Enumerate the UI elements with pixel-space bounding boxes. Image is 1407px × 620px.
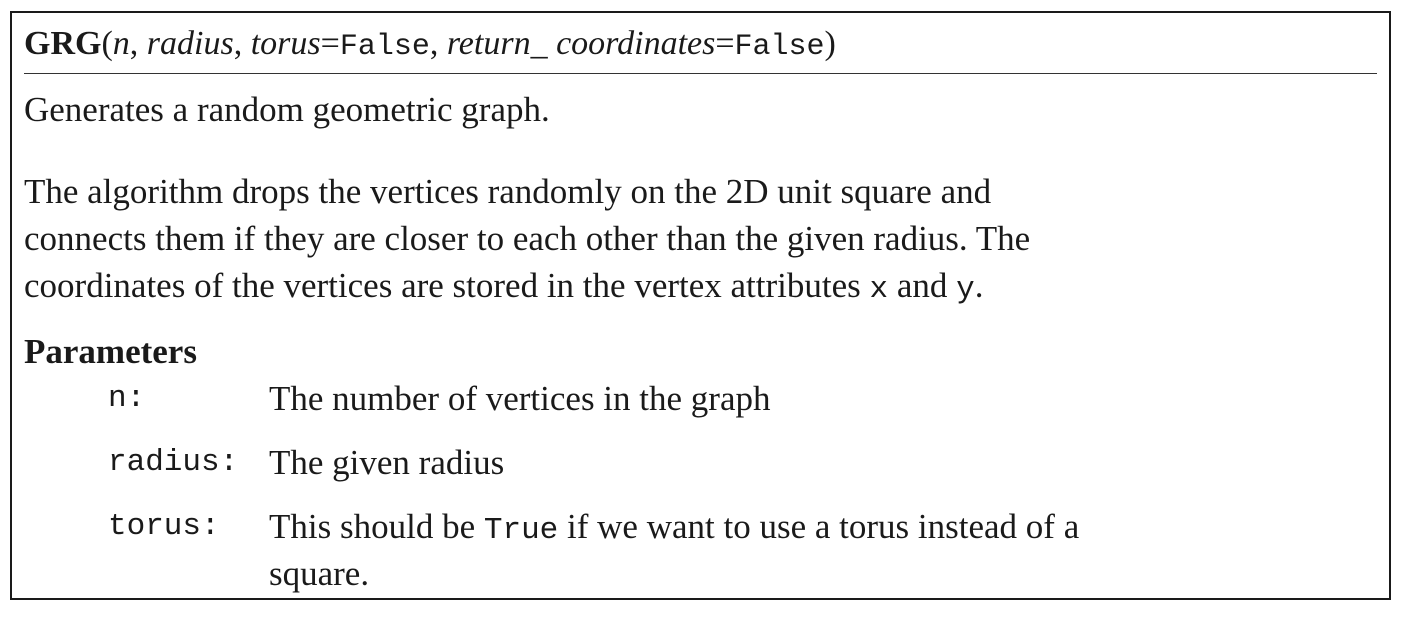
signature-arg-torus: torus (250, 25, 321, 62)
signature-separator: , (429, 25, 447, 62)
param-desc-radius: The given radius (269, 443, 505, 482)
signature-arg-n: n (112, 25, 130, 62)
attribute-x: x (869, 272, 889, 307)
summary-text: Generates a random geometric graph. (24, 90, 550, 129)
signature-equals: = (715, 25, 735, 62)
signature-arg-radius: radius (146, 25, 234, 62)
description-line-2: connects them if they are closer to each… (24, 219, 1031, 258)
param-desc-torus-text-suffix: if we want to use a torus instead of a (558, 507, 1080, 546)
signature-separator: , (129, 25, 147, 62)
signature-equals: = (320, 25, 340, 62)
header-divider (24, 73, 1377, 74)
signature-separator: , (233, 25, 251, 62)
attribute-y: y (956, 272, 975, 307)
param-desc-torus: This should be True if we want to use a … (269, 503, 1079, 554)
param-desc-torus-line-2: square. (269, 554, 370, 593)
description-period: . (974, 266, 984, 305)
signature-torus-default: False (339, 30, 430, 64)
param-name-radius: radius: (108, 445, 239, 480)
description-line-3: coordinates of the vertices are stored i… (24, 262, 984, 313)
documentation-box: GRG(n, radius, torus=False, return_ coor… (10, 11, 1391, 600)
param-desc-n: The number of vertices in the graph (269, 379, 771, 418)
parameters-heading: Parameters (24, 332, 197, 371)
function-signature: GRG(n, radius, torus=False, return_ coor… (24, 21, 836, 69)
function-name: GRG (24, 25, 102, 62)
param-name-n: n: (108, 381, 146, 416)
param-name-torus: torus: (108, 509, 220, 544)
signature-open-paren: ( (101, 25, 113, 62)
description-line-3-text: coordinates of the vertices are stored i… (24, 266, 870, 305)
signature-return-coordinates-default: False (734, 30, 825, 64)
signature-arg-return-coordinates: return_ coordinates (446, 25, 716, 62)
signature-close-paren: ) (824, 25, 836, 62)
description-line-1: The algorithm drops the vertices randoml… (24, 172, 992, 211)
param-desc-torus-text: This should be (269, 507, 484, 546)
description-and: and (888, 266, 957, 305)
param-desc-torus-code: True (483, 513, 559, 548)
